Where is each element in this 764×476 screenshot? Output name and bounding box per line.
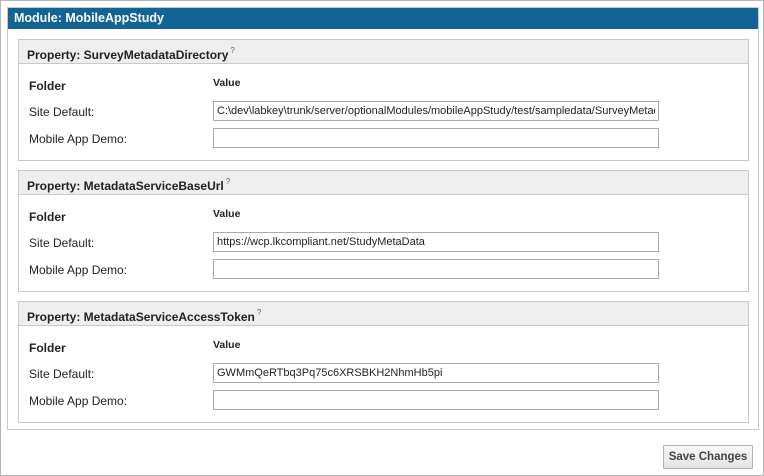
property-section-metadata-service-access-token: Property: MetadataServiceAccessToken? Fo… <box>18 301 749 423</box>
site-default-label: Site Default: <box>29 367 95 381</box>
save-changes-button[interactable]: Save Changes <box>663 445 753 469</box>
mobile-app-demo-input[interactable] <box>213 390 659 410</box>
help-icon[interactable]: ? <box>257 308 261 317</box>
value-column-heading: Value <box>213 208 241 220</box>
module-title: Module: MobileAppStudy <box>8 8 758 29</box>
site-default-label: Site Default: <box>29 236 95 250</box>
page: Module: MobileAppStudy Property: SurveyM… <box>0 0 764 476</box>
property-section-metadata-service-base-url: Property: MetadataServiceBaseUrl? Folder… <box>18 170 749 292</box>
property-section-survey-metadata-directory: Property: SurveyMetadataDirectory? Folde… <box>18 39 749 161</box>
folder-column-heading: Folder <box>29 210 66 224</box>
property-title: Property: SurveyMetadataDirectory <box>27 48 229 62</box>
site-default-input[interactable] <box>213 232 659 252</box>
property-header: Property: MetadataServiceBaseUrl? <box>19 171 748 195</box>
mobile-app-demo-label: Mobile App Demo: <box>29 132 128 146</box>
site-default-input[interactable] <box>213 363 659 383</box>
mobile-app-demo-input[interactable] <box>213 259 659 279</box>
module-panel: Module: MobileAppStudy Property: SurveyM… <box>7 7 759 430</box>
help-icon[interactable]: ? <box>230 46 234 55</box>
property-header: Property: SurveyMetadataDirectory? <box>19 40 748 64</box>
property-header: Property: MetadataServiceAccessToken? <box>19 302 748 326</box>
site-default-input[interactable] <box>213 101 659 121</box>
mobile-app-demo-input[interactable] <box>213 128 659 148</box>
folder-column-heading: Folder <box>29 79 66 93</box>
value-column-heading: Value <box>213 77 241 89</box>
mobile-app-demo-label: Mobile App Demo: <box>29 263 128 277</box>
folder-column-heading: Folder <box>29 341 66 355</box>
site-default-label: Site Default: <box>29 105 95 119</box>
help-icon[interactable]: ? <box>226 177 230 186</box>
property-title: Property: MetadataServiceBaseUrl <box>27 179 224 193</box>
value-column-heading: Value <box>213 339 241 351</box>
mobile-app-demo-label: Mobile App Demo: <box>29 394 128 408</box>
property-title: Property: MetadataServiceAccessToken <box>27 310 255 324</box>
